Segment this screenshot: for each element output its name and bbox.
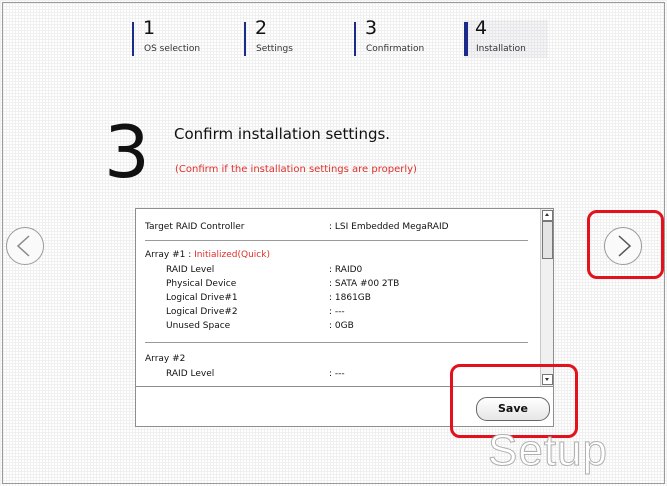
step-label: Confirmation xyxy=(366,44,425,54)
back-button[interactable] xyxy=(6,227,44,265)
step-number: 1 xyxy=(143,17,156,39)
row-value: : SATA #00 2TB xyxy=(329,279,400,289)
scrollbar-thumb[interactable] xyxy=(542,221,553,259)
page-title: Confirm installation settings. xyxy=(174,125,391,143)
array1-status: Initialized(Quick) xyxy=(194,250,270,260)
array1-title: Array #1 : Initialized(Quick) xyxy=(145,250,270,260)
row-label: Logical Drive#2 xyxy=(166,307,238,317)
step-marker xyxy=(354,22,356,56)
step-number: 3 xyxy=(365,17,378,39)
next-button-highlight xyxy=(587,210,664,279)
row-value: : --- xyxy=(329,369,345,379)
row-value: : --- xyxy=(329,307,345,317)
row-label: Physical Device xyxy=(166,279,237,289)
array2-title: Array #2 xyxy=(145,354,186,364)
step-marker xyxy=(132,22,134,56)
page-step-number: 3 xyxy=(104,110,150,194)
step-number: 2 xyxy=(255,17,268,39)
page-subtitle: (Confirm if the installation settings ar… xyxy=(175,164,417,175)
row-label: RAID Level xyxy=(166,369,215,379)
step-indicator: 1 OS selection 2 Settings 3 Confirmation… xyxy=(132,17,548,60)
vertical-scrollbar[interactable] xyxy=(540,209,553,386)
row-value: : RAID0 xyxy=(329,265,363,275)
step-settings: 2 Settings xyxy=(244,17,344,58)
row-label: Unused Space xyxy=(166,321,231,331)
divider xyxy=(145,342,528,343)
divider xyxy=(145,240,528,241)
scroll-up-arrow-icon[interactable] xyxy=(542,210,553,221)
step-confirmation: 3 Confirmation xyxy=(354,17,454,58)
row-value: : 1861GB xyxy=(329,293,371,303)
step-label: Installation xyxy=(476,44,526,54)
row-label: Logical Drive#1 xyxy=(166,293,238,303)
step-label: Settings xyxy=(256,44,293,54)
controller-label: Target RAID Controller xyxy=(145,222,245,232)
row-value: : 0GB xyxy=(329,321,354,331)
step-marker xyxy=(464,22,468,56)
step-marker xyxy=(244,22,246,56)
array1-label: Array #1 : xyxy=(145,250,195,260)
row-label: RAID Level xyxy=(166,265,215,275)
chevron-left-icon xyxy=(16,235,30,257)
controller-value: : LSI Embedded MegaRAID xyxy=(329,222,449,232)
step-label: OS selection xyxy=(144,44,201,54)
step-os-selection: 1 OS selection xyxy=(132,17,232,58)
settings-list: Target RAID Controller : LSI Embedded Me… xyxy=(136,209,540,386)
step-number: 4 xyxy=(475,17,488,39)
setup-watermark-logo: Setup xyxy=(488,426,608,476)
step-installation: 4 Installation xyxy=(464,17,548,58)
